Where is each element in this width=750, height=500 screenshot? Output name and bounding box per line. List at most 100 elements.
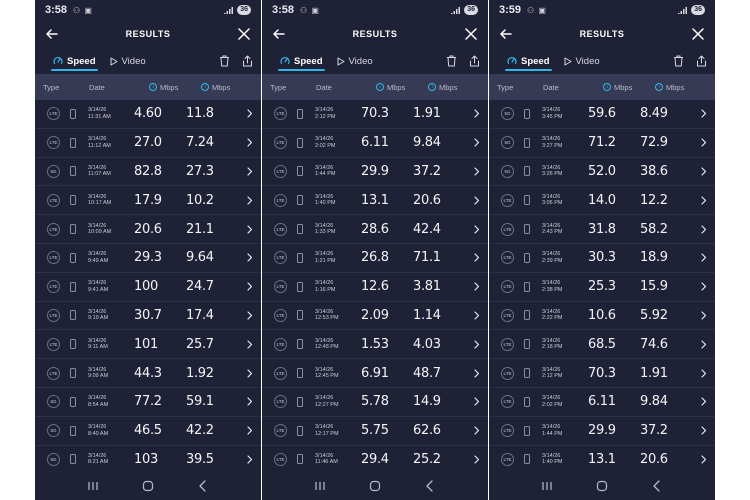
chevron-right-icon[interactable] bbox=[472, 452, 482, 466]
chevron-right-icon[interactable] bbox=[699, 395, 709, 409]
chevron-right-icon[interactable] bbox=[472, 308, 482, 322]
back-icon[interactable] bbox=[422, 478, 438, 494]
column-download[interactable]: ↓ Mbps bbox=[149, 83, 201, 92]
chevron-right-icon[interactable] bbox=[699, 452, 709, 466]
chevron-right-icon[interactable] bbox=[699, 366, 709, 380]
tab-speed[interactable]: Speed bbox=[51, 48, 98, 74]
result-row[interactable]: 5G 3/14/26 11:07 AM 82.8 27.3 bbox=[35, 158, 261, 187]
result-row[interactable]: LTE 3/14/26 2:12 PM 70.3 1.91 bbox=[262, 100, 488, 129]
chevron-right-icon[interactable] bbox=[699, 164, 709, 178]
trash-icon[interactable] bbox=[446, 55, 457, 67]
result-row[interactable]: 5G 3/14/26 3:26 PM 52.0 38.6 bbox=[489, 158, 715, 187]
chevron-right-icon[interactable] bbox=[245, 107, 255, 121]
back-icon[interactable] bbox=[649, 478, 665, 494]
chevron-right-icon[interactable] bbox=[245, 280, 255, 294]
result-row[interactable]: LTE 3/14/26 10:09 AM 20.6 21.1 bbox=[35, 215, 261, 244]
back-arrow-icon[interactable] bbox=[270, 25, 288, 43]
result-row[interactable]: LTE 3/14/26 3:06 PM 14.0 12.2 bbox=[489, 186, 715, 216]
chevron-right-icon[interactable] bbox=[245, 193, 255, 207]
result-row[interactable]: LTE 3/14/26 1:44 PM 29.9 37.2 bbox=[489, 417, 715, 446]
result-row[interactable]: LTE 3/14/26 1:40 PM 13.1 20.6 bbox=[489, 446, 715, 472]
column-download[interactable]: ↓ Mbps bbox=[603, 83, 655, 92]
tab-speed[interactable]: Speed bbox=[505, 48, 552, 74]
chevron-right-icon[interactable] bbox=[699, 136, 709, 150]
chevron-right-icon[interactable] bbox=[699, 222, 709, 236]
result-row[interactable]: LTE 3/14/26 9:11 AM 101 25.7 bbox=[35, 330, 261, 360]
chevron-right-icon[interactable] bbox=[699, 337, 709, 351]
back-icon[interactable] bbox=[195, 478, 211, 494]
result-row[interactable]: LTE 3/14/26 2:12 PM 70.3 1.91 bbox=[489, 359, 715, 388]
chevron-right-icon[interactable] bbox=[699, 424, 709, 438]
column-type[interactable]: Type bbox=[497, 83, 543, 92]
results-list[interactable]: LTE 3/14/26 11:31 AM 4.60 11.8 LTE 3/14/… bbox=[35, 100, 261, 472]
chevron-right-icon[interactable] bbox=[699, 280, 709, 294]
result-row[interactable]: LTE 3/14/26 9:09 AM 44.3 1.92 bbox=[35, 359, 261, 388]
home-icon[interactable] bbox=[367, 478, 383, 494]
column-date[interactable]: Date bbox=[89, 83, 149, 92]
result-row[interactable]: LTE 3/14/26 2:38 PM 25.3 15.9 bbox=[489, 273, 715, 302]
column-type[interactable]: Type bbox=[270, 83, 316, 92]
result-row[interactable]: 5G 3/14/26 3:45 PM 59.6 8.49 bbox=[489, 100, 715, 129]
chevron-right-icon[interactable] bbox=[245, 337, 255, 351]
chevron-right-icon[interactable] bbox=[245, 251, 255, 265]
chevron-right-icon[interactable] bbox=[472, 424, 482, 438]
recents-icon[interactable] bbox=[85, 478, 101, 494]
result-row[interactable]: LTE 3/14/26 2:18 PM 68.5 74.6 bbox=[489, 330, 715, 360]
result-row[interactable]: LTE 3/14/26 1:40 PM 13.1 20.6 bbox=[262, 186, 488, 216]
result-row[interactable]: LTE 3/14/26 12:53 PM 2.09 1.14 bbox=[262, 302, 488, 331]
results-list[interactable]: LTE 3/14/26 2:12 PM 70.3 1.91 LTE 3/14/2… bbox=[262, 100, 488, 472]
result-row[interactable]: LTE 3/14/26 1:21 PM 26.8 71.1 bbox=[262, 244, 488, 273]
share-icon[interactable] bbox=[242, 55, 253, 67]
close-icon[interactable] bbox=[689, 25, 707, 43]
chevron-right-icon[interactable] bbox=[245, 424, 255, 438]
chevron-right-icon[interactable] bbox=[472, 280, 482, 294]
close-icon[interactable] bbox=[462, 25, 480, 43]
result-row[interactable]: LTE 3/14/26 2:43 PM 31.8 58.2 bbox=[489, 215, 715, 244]
result-row[interactable]: LTE 3/14/26 9:49 AM 29.3 9.64 bbox=[35, 244, 261, 273]
close-icon[interactable] bbox=[235, 25, 253, 43]
chevron-right-icon[interactable] bbox=[472, 193, 482, 207]
result-row[interactable]: LTE 3/14/26 10:17 AM 17.9 10.2 bbox=[35, 186, 261, 216]
trash-icon[interactable] bbox=[673, 55, 684, 67]
chevron-right-icon[interactable] bbox=[699, 107, 709, 121]
share-icon[interactable] bbox=[469, 55, 480, 67]
chevron-right-icon[interactable] bbox=[699, 308, 709, 322]
chevron-right-icon[interactable] bbox=[245, 395, 255, 409]
column-date[interactable]: Date bbox=[543, 83, 603, 92]
recents-icon[interactable] bbox=[312, 478, 328, 494]
result-row[interactable]: LTE 3/14/26 2:02 PM 6.11 9.84 bbox=[489, 388, 715, 417]
result-row[interactable]: LTE 3/14/26 11:31 AM 4.60 11.8 bbox=[35, 100, 261, 129]
chevron-right-icon[interactable] bbox=[245, 308, 255, 322]
back-arrow-icon[interactable] bbox=[497, 25, 515, 43]
chevron-right-icon[interactable] bbox=[245, 222, 255, 236]
result-row[interactable]: LTE 3/14/26 11:46 AM 29.4 25.2 bbox=[262, 446, 488, 472]
chevron-right-icon[interactable] bbox=[472, 164, 482, 178]
column-download[interactable]: ↓ Mbps bbox=[376, 83, 428, 92]
result-row[interactable]: 5G 3/14/26 8:54 AM 77.2 59.1 bbox=[35, 388, 261, 417]
recents-icon[interactable] bbox=[539, 478, 555, 494]
chevron-right-icon[interactable] bbox=[699, 193, 709, 207]
chevron-right-icon[interactable] bbox=[472, 222, 482, 236]
result-row[interactable]: LTE 3/14/26 2:22 PM 10.6 5.92 bbox=[489, 302, 715, 331]
chevron-right-icon[interactable] bbox=[472, 251, 482, 265]
results-list[interactable]: 5G 3/14/26 3:45 PM 59.6 8.49 5G 3/14/26 … bbox=[489, 100, 715, 472]
result-row[interactable]: LTE 3/14/26 1:16 PM 12.6 3.81 bbox=[262, 273, 488, 302]
result-row[interactable]: LTE 3/14/26 12:17 PM 5.75 62.6 bbox=[262, 417, 488, 446]
chevron-right-icon[interactable] bbox=[472, 395, 482, 409]
tab-speed[interactable]: Speed bbox=[278, 48, 325, 74]
column-date[interactable]: Date bbox=[316, 83, 376, 92]
result-row[interactable]: LTE 3/14/26 2:39 PM 30.3 18.9 bbox=[489, 244, 715, 273]
chevron-right-icon[interactable] bbox=[699, 251, 709, 265]
chevron-right-icon[interactable] bbox=[245, 452, 255, 466]
column-upload[interactable]: ↑ Mbps bbox=[655, 83, 684, 92]
share-icon[interactable] bbox=[696, 55, 707, 67]
chevron-right-icon[interactable] bbox=[472, 366, 482, 380]
tab-video[interactable]: Video bbox=[110, 48, 146, 74]
result-row[interactable]: LTE 3/14/26 9:41 AM 100 24.7 bbox=[35, 273, 261, 302]
column-type[interactable]: Type bbox=[43, 83, 89, 92]
home-icon[interactable] bbox=[140, 478, 156, 494]
tab-video[interactable]: Video bbox=[337, 48, 373, 74]
result-row[interactable]: LTE 3/14/26 2:02 PM 6.11 9.84 bbox=[262, 129, 488, 158]
result-row[interactable]: LTE 3/14/26 12:27 PM 5.78 14.9 bbox=[262, 388, 488, 417]
result-row[interactable]: LTE 3/14/26 12:48 PM 1.53 4.03 bbox=[262, 330, 488, 360]
